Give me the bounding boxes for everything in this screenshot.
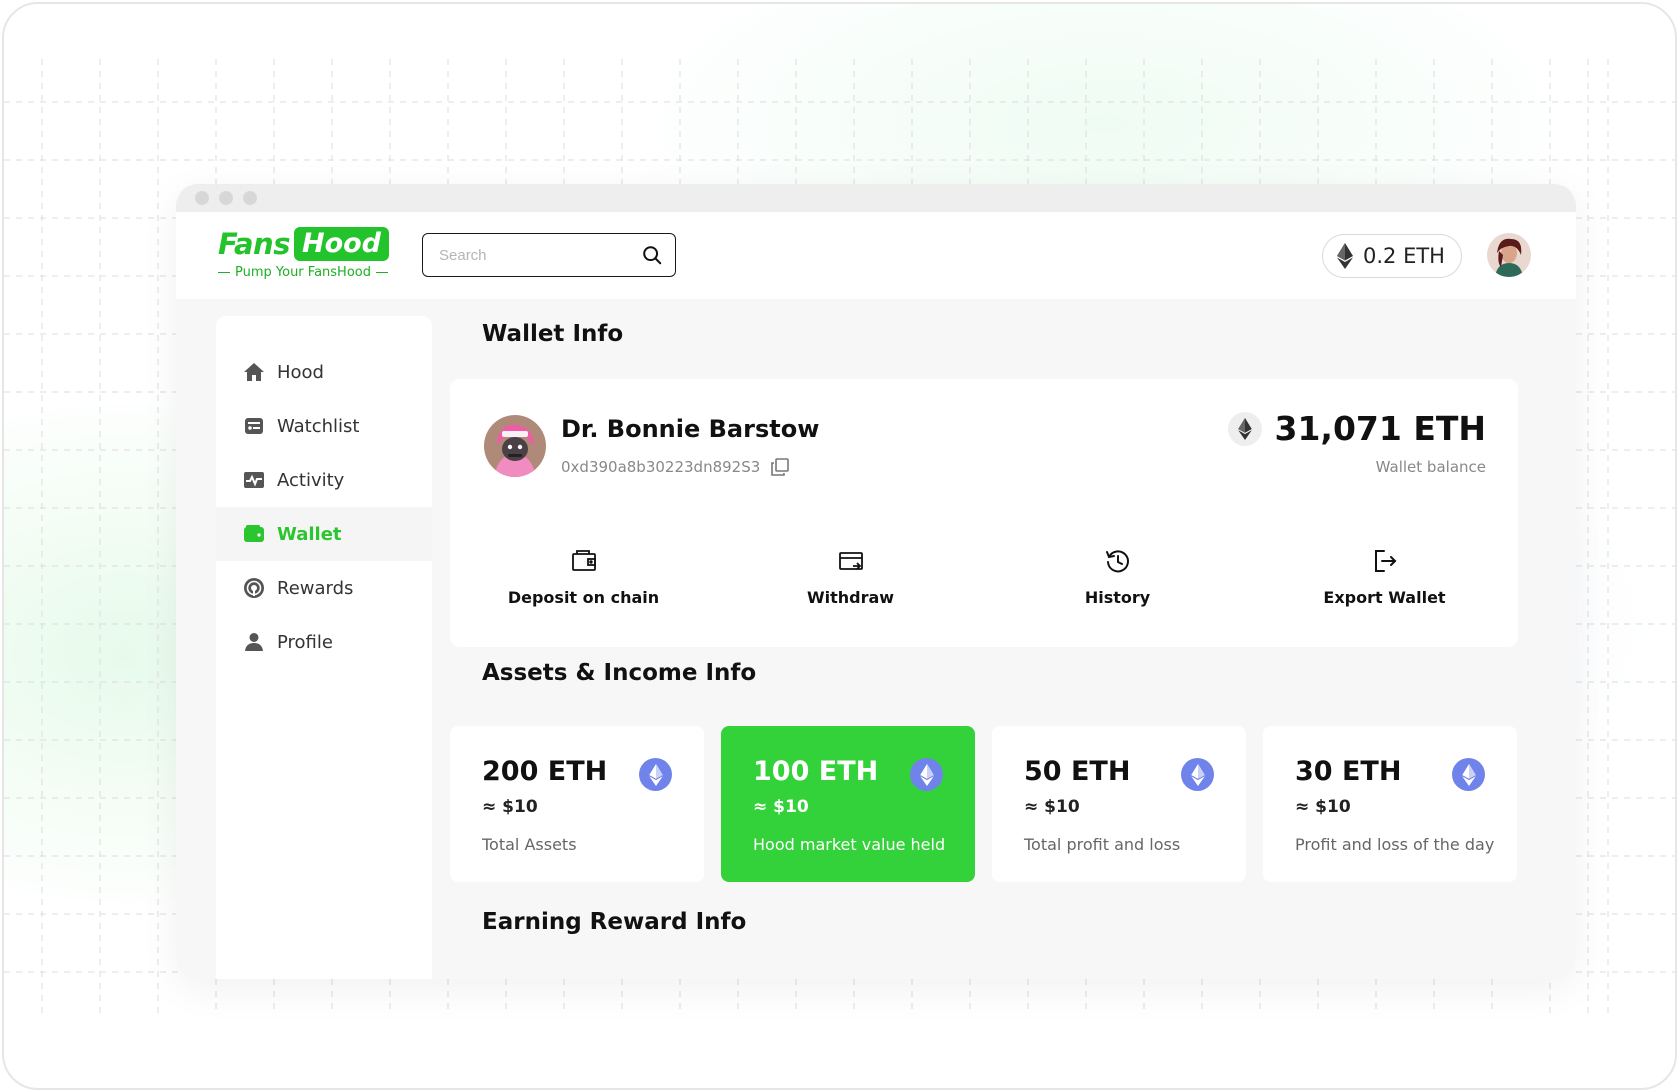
wallet-info-title: Wallet Info xyxy=(482,321,624,347)
export-icon xyxy=(1374,550,1396,572)
deposit-button[interactable]: Deposit on chain xyxy=(450,547,717,607)
stat-usd: ≈ $10 xyxy=(753,797,809,817)
history-label: History xyxy=(1084,588,1151,607)
stat-card-total-pnl[interactable]: 50 ETH ≈ $10 Total profit and loss xyxy=(992,726,1246,882)
sidebar-item-label: Watchlist xyxy=(277,415,360,437)
window-close-dot[interactable] xyxy=(195,191,209,205)
wallet-icon xyxy=(244,525,264,542)
logo[interactable]: Fans Hood Pump Your FansHood xyxy=(218,225,389,280)
user-name: Dr. Bonnie Barstow xyxy=(561,415,820,443)
wallet-balance-row: 31,071 ETH xyxy=(1228,409,1486,448)
sidebar-item-wallet[interactable]: Wallet xyxy=(216,507,432,561)
stat-label: Total Assets xyxy=(482,835,577,854)
stat-usd: ≈ $10 xyxy=(1024,797,1080,817)
window-chrome xyxy=(176,184,1576,212)
history-button[interactable]: History xyxy=(984,547,1251,607)
sidebar-item-label: Hood xyxy=(277,361,324,383)
avatar-image xyxy=(1487,233,1531,277)
logo-tagline: Pump Your FansHood xyxy=(218,265,388,280)
ethereum-icon xyxy=(1181,758,1214,791)
logo-wordmark: Fans Hood xyxy=(218,225,389,263)
sidebar-item-rewards[interactable]: Rewards xyxy=(216,561,432,615)
ethereum-icon xyxy=(910,758,943,791)
withdraw-label: Withdraw xyxy=(806,588,895,607)
ethereum-icon xyxy=(1337,243,1353,269)
stat-usd: ≈ $10 xyxy=(482,797,538,817)
logo-hood-text: Hood xyxy=(293,227,389,261)
wallet-balance-value: 31,071 ETH xyxy=(1274,409,1486,448)
sidebar-item-profile[interactable]: Profile xyxy=(216,615,432,669)
copy-icon[interactable] xyxy=(770,457,790,477)
top-bar: Fans Hood Pump Your FansHood Search 0.2 … xyxy=(176,212,1576,299)
wallet-address-row: 0xd390a8b30223dn892S3 xyxy=(561,457,790,477)
search-input[interactable] xyxy=(439,246,641,264)
home-icon xyxy=(244,363,264,381)
activity-icon xyxy=(244,472,264,488)
sidebar-item-hood[interactable]: Hood xyxy=(216,345,432,399)
ethereum-icon xyxy=(1228,411,1263,446)
ethereum-icon xyxy=(639,758,672,791)
page-frame: Fans Hood Pump Your FansHood Search 0.2 … xyxy=(2,2,1677,1090)
user-avatar[interactable] xyxy=(484,415,546,477)
sidebar-item-label: Rewards xyxy=(277,577,354,599)
sidebar-item-label: Wallet xyxy=(277,523,342,545)
deposit-icon xyxy=(571,550,596,571)
stat-card-total-assets[interactable]: 200 ETH ≈ $10 Total Assets xyxy=(450,726,704,882)
user-avatar-top[interactable] xyxy=(1487,233,1531,277)
eth-balance-pill[interactable]: 0.2 ETH xyxy=(1322,234,1462,278)
search-icon[interactable] xyxy=(641,244,663,266)
export-wallet-button[interactable]: Export Wallet xyxy=(1251,547,1518,607)
sidebar-item-label: Activity xyxy=(277,469,345,491)
window-minimize-dot[interactable] xyxy=(219,191,233,205)
deposit-label: Deposit on chain xyxy=(507,588,660,607)
wallet-card: Dr. Bonnie Barstow 0xd390a8b30223dn892S3 xyxy=(450,379,1518,647)
history-icon xyxy=(1105,550,1129,573)
watchlist-icon xyxy=(245,418,263,434)
profile-icon xyxy=(245,633,263,651)
sidebar: Hood Watchlist Activity Wallet Rewards P… xyxy=(216,316,432,979)
stat-label: Profit and loss of the day xyxy=(1295,835,1495,854)
assets-income-title: Assets & Income Info xyxy=(482,660,757,686)
avatar-image xyxy=(484,415,546,477)
stat-usd: ≈ $10 xyxy=(1295,797,1351,817)
sidebar-item-watchlist[interactable]: Watchlist xyxy=(216,399,432,453)
stat-label: Hood market value held xyxy=(753,835,946,854)
stat-label: Total profit and loss xyxy=(1024,835,1181,854)
eth-balance-text: 0.2 ETH xyxy=(1363,244,1445,268)
logo-fans-text: Fans xyxy=(218,227,290,261)
sidebar-item-activity[interactable]: Activity xyxy=(216,453,432,507)
search-box xyxy=(422,233,676,277)
stat-card-hood-market-value[interactable]: 100 ETH ≈ $10 Hood market value held xyxy=(721,726,975,882)
rewards-icon xyxy=(244,578,264,598)
withdraw-icon xyxy=(838,552,863,570)
export-label: Export Wallet xyxy=(1323,588,1446,607)
tagline-divider xyxy=(375,272,388,273)
sidebar-item-label: Profile xyxy=(277,631,333,653)
tagline-text: Pump Your FansHood xyxy=(235,265,371,280)
tagline-divider xyxy=(218,272,230,273)
app-window: Fans Hood Pump Your FansHood Search 0.2 … xyxy=(176,184,1576,979)
stat-card-daily-pnl[interactable]: 30 ETH ≈ $10 Profit and loss of the day xyxy=(1263,726,1517,882)
wallet-balance-block: 31,071 ETH Wallet balance xyxy=(1228,409,1486,476)
wallet-balance-label: Wallet balance xyxy=(1375,458,1486,476)
wallet-address: 0xd390a8b30223dn892S3 xyxy=(561,458,761,476)
ethereum-icon xyxy=(1452,758,1485,791)
wallet-actions: Deposit on chain Withdraw History Export… xyxy=(450,547,1518,607)
earning-reward-title: Earning Reward Info xyxy=(482,909,747,935)
withdraw-button[interactable]: Withdraw xyxy=(717,547,984,607)
window-maximize-dot[interactable] xyxy=(243,191,257,205)
